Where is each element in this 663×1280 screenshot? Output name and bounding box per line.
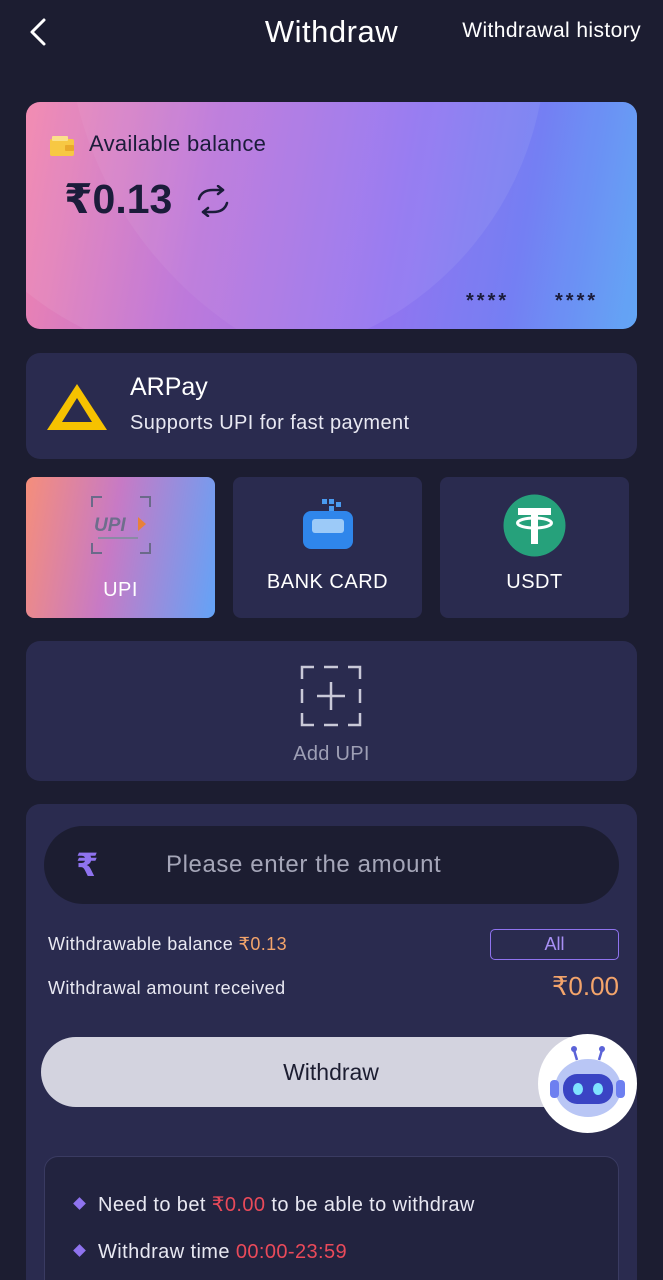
add-icon (300, 665, 362, 727)
balance-value: ₹0.13 (64, 176, 173, 222)
note-withdraw-time: Withdraw time 00:00-23:59 (73, 1241, 347, 1264)
note-bet-requirement: Need to bet ₹0.00 to be able to withdraw (73, 1192, 475, 1217)
withdrawal-history-link[interactable]: Withdrawal history (462, 19, 641, 43)
support-robot-button[interactable] (538, 1034, 637, 1133)
svg-text:UPI: UPI (94, 515, 126, 536)
method-upi-label: UPI (103, 579, 138, 601)
refresh-icon[interactable] (193, 185, 233, 217)
payment-channel-card[interactable]: ARPay Supports UPI for fast payment (26, 353, 637, 459)
rupee-icon: ₹ (76, 847, 99, 883)
amount-input-wrapper: ₹ (44, 826, 619, 904)
withdrawable-balance-row: Withdrawable balance ₹0.13 (48, 934, 287, 955)
bank-card-icon (303, 499, 353, 549)
masked-card-number-left: **** (466, 290, 510, 312)
withdraw-button[interactable]: Withdraw (41, 1037, 621, 1107)
all-button[interactable]: All (490, 929, 619, 960)
method-bank-card[interactable]: BANK CARD (233, 477, 422, 618)
received-label: Withdrawal amount received (48, 978, 286, 998)
method-bank-card-label: BANK CARD (266, 571, 389, 593)
usdt-icon (503, 494, 566, 557)
received-value: ₹0.00 (551, 971, 619, 1001)
arpay-logo-icon (47, 384, 107, 430)
withdrawable-balance-value: ₹0.13 (238, 934, 288, 954)
add-upi-label: Add UPI (293, 743, 370, 765)
channel-name: ARPay (130, 373, 208, 401)
method-upi[interactable]: UPI UPI (26, 477, 215, 618)
method-usdt-label: USDT (506, 571, 563, 593)
robot-icon (550, 1046, 625, 1117)
diamond-bullet-icon (73, 1197, 86, 1211)
balance-label: Available balance (89, 131, 267, 156)
method-usdt[interactable]: USDT (440, 477, 629, 618)
upi-icon: UPI (91, 496, 151, 554)
channel-description: Supports UPI for fast payment (130, 412, 410, 434)
masked-card-number-right: **** (555, 290, 599, 312)
diamond-bullet-icon (73, 1244, 86, 1258)
balance-card: Available balance ₹0.13 **** **** (26, 102, 637, 329)
wallet-icon (50, 136, 74, 156)
add-upi-button[interactable]: Add UPI (26, 641, 637, 781)
withdrawable-balance-label: Withdrawable balance (48, 934, 239, 954)
amount-input[interactable] (144, 826, 604, 904)
header: Withdraw Withdrawal history (0, 0, 663, 70)
withdraw-notes: Need to bet ₹0.00 to be able to withdraw… (44, 1156, 619, 1280)
